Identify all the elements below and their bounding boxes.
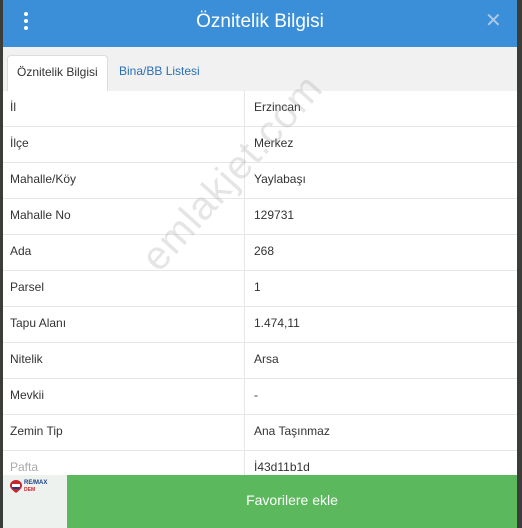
row-label: Nitelik bbox=[10, 352, 43, 366]
column-divider bbox=[244, 415, 245, 450]
row-value: 1 bbox=[254, 280, 261, 294]
kebab-menu-icon[interactable] bbox=[20, 11, 32, 33]
row-value: Merkez bbox=[254, 136, 294, 150]
column-divider bbox=[244, 127, 245, 162]
logo-text: RE/MAX DEM bbox=[24, 480, 47, 494]
column-divider bbox=[244, 199, 245, 234]
dialog-title: Öznitelik Bilgisi bbox=[196, 11, 324, 32]
column-divider bbox=[244, 379, 245, 414]
logo-subtext: DEM bbox=[24, 487, 36, 493]
dialog-header: Öznitelik Bilgisi ✕ bbox=[3, 0, 517, 47]
agency-logo: RE/MAX DEM bbox=[3, 475, 67, 528]
column-divider bbox=[244, 343, 245, 378]
row-value: Ana Taşınmaz bbox=[254, 424, 330, 438]
row-value: 129731 bbox=[254, 208, 295, 222]
row-value: Yaylabaşı bbox=[254, 172, 306, 186]
row-label: Zemin Tip bbox=[10, 424, 63, 438]
table-row: Parsel 1 bbox=[3, 271, 517, 307]
add-to-favorites-button[interactable]: Favorilere ekle bbox=[67, 475, 517, 528]
row-value: Erzincan bbox=[254, 100, 301, 114]
table-row: Mahalle/Köy Yaylabaşı bbox=[3, 163, 517, 199]
screen-background: Öznitelik Bilgisi ✕ Öznitelik Bilgisi Bi… bbox=[0, 0, 522, 528]
table-row: Nitelik Arsa bbox=[3, 343, 517, 379]
table-row: İl Erzincan bbox=[3, 91, 517, 127]
row-label: Parsel bbox=[10, 280, 45, 294]
table-row: Ada 268 bbox=[3, 235, 517, 271]
dialog-footer: RE/MAX DEM Favorilere ekle bbox=[3, 475, 517, 528]
table-row: Mahalle No 129731 bbox=[3, 199, 517, 235]
close-icon[interactable]: ✕ bbox=[485, 11, 502, 31]
table-row: Tapu Alanı 1.474,11 bbox=[3, 307, 517, 343]
column-divider bbox=[244, 307, 245, 342]
row-label: Mahalle/Köy bbox=[10, 172, 77, 186]
tab-building-list[interactable]: Bina/BB Listesi bbox=[110, 55, 209, 91]
table-row: Mevkii - bbox=[3, 379, 517, 415]
row-label: Mevkii bbox=[10, 388, 45, 402]
row-label: İlçe bbox=[10, 136, 29, 150]
attribute-info-dialog: Öznitelik Bilgisi ✕ Öznitelik Bilgisi Bi… bbox=[3, 0, 517, 528]
row-label: İl bbox=[10, 100, 16, 114]
logo-brand: RE/MAX bbox=[24, 480, 48, 486]
row-value: - bbox=[254, 388, 258, 402]
row-value: 268 bbox=[254, 244, 275, 258]
column-divider bbox=[244, 271, 245, 306]
balloon-logo-icon bbox=[10, 480, 22, 493]
row-label: Mahalle No bbox=[10, 208, 71, 222]
attribute-table: İl Erzincan İlçe Merkez Mahalle/Köy Yayl… bbox=[3, 91, 517, 487]
column-divider bbox=[244, 91, 245, 126]
column-divider bbox=[244, 163, 245, 198]
table-row: Zemin Tip Ana Taşınmaz bbox=[3, 415, 517, 451]
column-divider bbox=[244, 235, 245, 270]
row-label: Tapu Alanı bbox=[10, 316, 67, 330]
tab-attribute-info[interactable]: Öznitelik Bilgisi bbox=[7, 55, 108, 93]
tab-bar: Öznitelik Bilgisi Bina/BB Listesi bbox=[3, 47, 517, 93]
table-row: İlçe Merkez bbox=[3, 127, 517, 163]
row-label: Ada bbox=[10, 244, 32, 258]
row-value: 1.474,11 bbox=[254, 316, 300, 330]
row-value: Arsa bbox=[254, 352, 279, 366]
